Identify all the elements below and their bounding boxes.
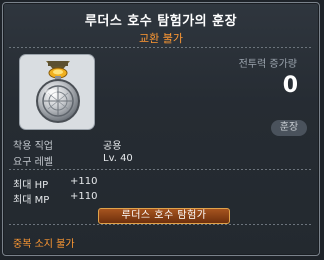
job-label: 착용 직업: [13, 141, 53, 152]
category-badge: 훈장: [271, 120, 307, 136]
trade-status: 교환 불가: [139, 32, 183, 45]
divider: [9, 169, 313, 170]
level-value: Lv. 40: [103, 153, 133, 164]
stat-mp-value: +110: [70, 191, 98, 202]
duplicate-note: 중복 소지 불가: [13, 239, 75, 250]
stat-mp-label: 최대 MP: [13, 195, 50, 206]
item-icon-frame: [19, 54, 95, 130]
level-label: 요구 레벨: [13, 157, 53, 168]
job-value: 공용: [103, 141, 122, 152]
item-tooltip: 루더스 호수 탐험가의 훈장 교환 불가 전투력 증가량 0 훈장 착용 직업 …: [2, 2, 320, 256]
combat-power-value: 0: [282, 73, 298, 98]
divider: [9, 224, 313, 225]
stat-hp-label: 최대 HP: [13, 180, 49, 191]
divider: [9, 47, 313, 48]
stat-hp-value: +110: [70, 176, 98, 187]
combat-power-label: 전투력 증가량: [238, 59, 297, 70]
title-tag: 루더스 호수 탐험가: [98, 208, 230, 224]
medal-icon: [36, 61, 80, 123]
item-name: 루더스 호수 탐험가의 훈장: [84, 14, 238, 29]
